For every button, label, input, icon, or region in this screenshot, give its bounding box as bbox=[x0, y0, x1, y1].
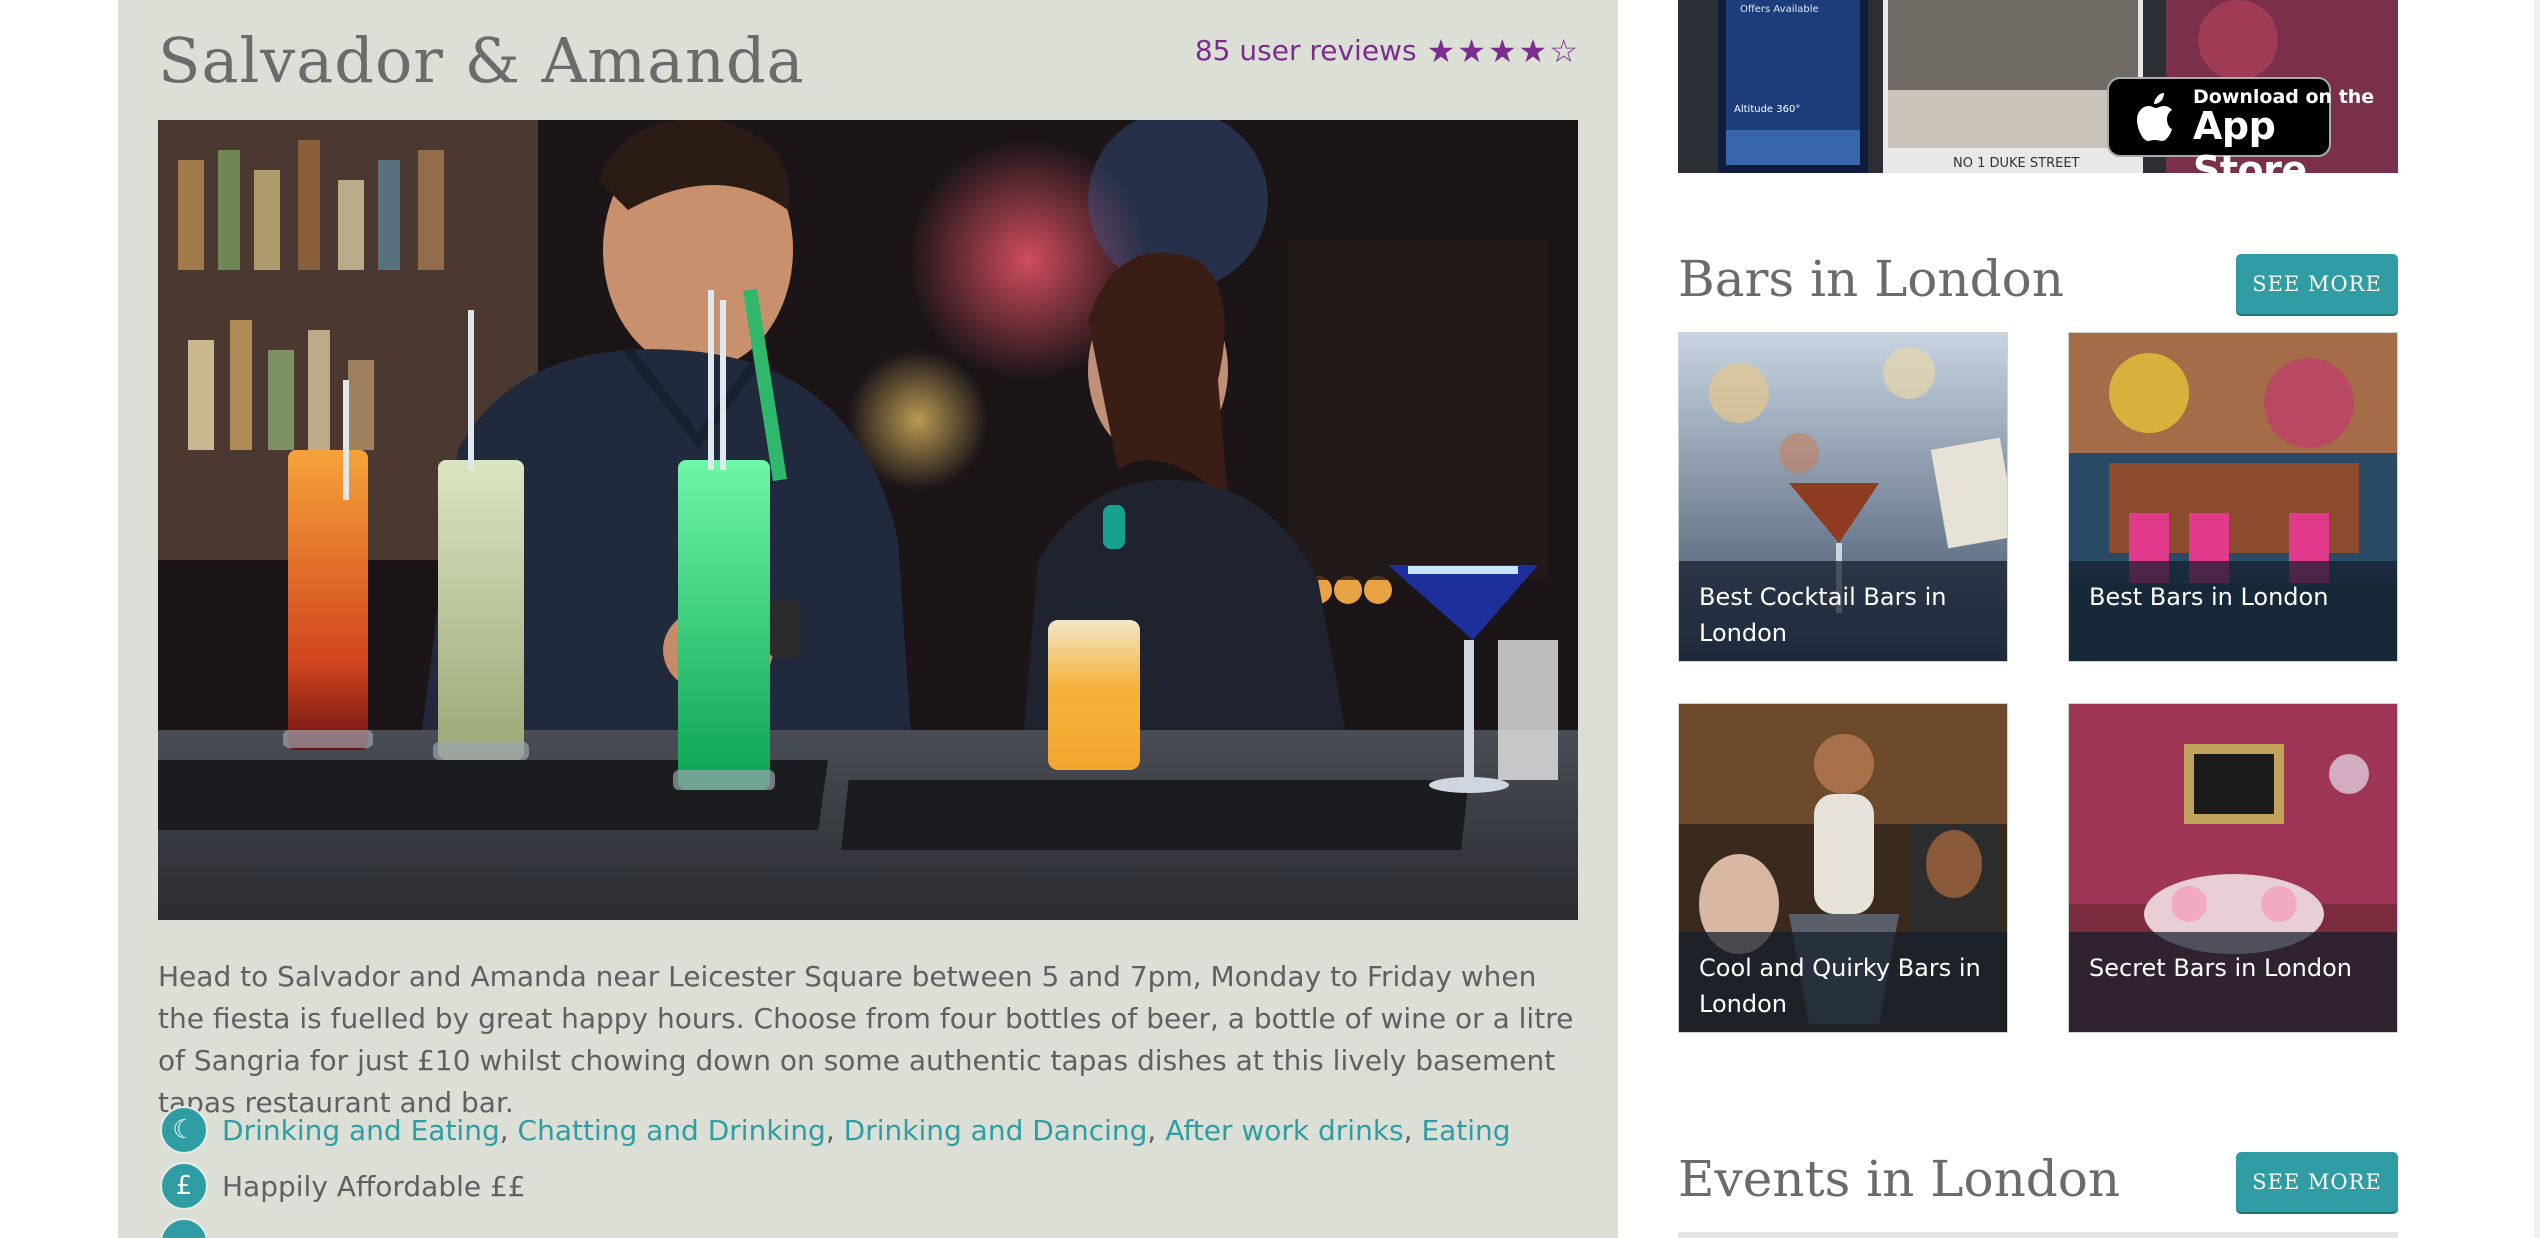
venue-tags: Drinking and Eating, Chatting and Drinki… bbox=[222, 1113, 1511, 1147]
venue-hero-image bbox=[158, 120, 1578, 920]
apple-icon bbox=[2126, 88, 2186, 148]
reviews-count[interactable]: 85 user reviews bbox=[1195, 34, 1417, 67]
star-icon: ★ bbox=[1457, 31, 1486, 70]
tag-link[interactable]: Drinking and Dancing bbox=[844, 1114, 1148, 1147]
venue-tags-row: ☾ Drinking and Eating, Chatting and Drin… bbox=[160, 1106, 1511, 1154]
bars-section-title: Bars in London bbox=[1678, 250, 2064, 308]
star-empty-icon: ☆ bbox=[1549, 31, 1578, 70]
venue-card: Salvador & Amanda 85 user reviews ★ ★ ★ … bbox=[118, 0, 1618, 1238]
tile-secret-bars[interactable]: Secret Bars in London bbox=[2068, 703, 2398, 1033]
events-list-edge bbox=[1678, 1232, 2398, 1238]
pound-icon: £ bbox=[160, 1162, 208, 1210]
phone-label-text: Altitude 360° bbox=[1734, 104, 1800, 115]
tile-label: Secret Bars in London bbox=[2069, 932, 2397, 1032]
venue-description: Head to Salvador and Amanda near Leicest… bbox=[158, 960, 1574, 1119]
tile-cool-quirky-bars[interactable]: Cool and Quirky Bars in London bbox=[1678, 703, 2008, 1033]
tile-label: Best Bars in London bbox=[2069, 561, 2397, 661]
tile-best-bars[interactable]: Best Bars in London bbox=[2068, 332, 2398, 662]
tag-link[interactable]: After work drinks bbox=[1165, 1114, 1403, 1147]
tag-link[interactable]: Drinking and Eating bbox=[222, 1114, 500, 1147]
info-icon bbox=[160, 1218, 208, 1238]
events-see-more-button[interactable]: SEE MORE bbox=[2236, 1152, 2398, 1212]
venue-extra-row bbox=[160, 1218, 208, 1238]
tile-best-cocktail-bars[interactable]: Best Cocktail Bars in London bbox=[1678, 332, 2008, 662]
bars-see-more-button[interactable]: SEE MORE bbox=[2236, 254, 2398, 314]
price-level: Happily Affordable ££ bbox=[222, 1169, 526, 1203]
app-store-banner[interactable]: Offers Available Altitude 360° NO 1 DUKE… bbox=[1678, 0, 2398, 173]
venue-price-row: £ Happily Affordable ££ bbox=[160, 1162, 526, 1210]
venue-title: Salvador & Amanda bbox=[158, 24, 805, 97]
moon-icon: ☾ bbox=[160, 1106, 208, 1154]
star-icon: ★ bbox=[1487, 31, 1517, 70]
page-scroll-edge bbox=[2534, 0, 2540, 1238]
reviews-summary[interactable]: 85 user reviews ★ ★ ★ ★ ☆ bbox=[1195, 34, 1578, 67]
banner-caption: NO 1 DUKE STREET bbox=[1953, 156, 2080, 171]
tile-label: Cool and Quirky Bars in London bbox=[1679, 932, 2007, 1032]
tile-label: Best Cocktail Bars in London bbox=[1679, 561, 2007, 661]
tag-link[interactable]: Eating bbox=[1421, 1114, 1510, 1147]
app-store-text: App Store bbox=[2193, 104, 2307, 173]
star-icon: ★ bbox=[1518, 31, 1548, 70]
phone-header-text: Offers Available bbox=[1740, 4, 1819, 15]
rating-stars: ★ ★ ★ ★ ☆ bbox=[1427, 35, 1578, 67]
events-section-title: Events in London bbox=[1678, 1150, 2121, 1208]
tag-link[interactable]: Chatting and Drinking bbox=[518, 1114, 826, 1147]
star-icon: ★ bbox=[1426, 31, 1456, 70]
